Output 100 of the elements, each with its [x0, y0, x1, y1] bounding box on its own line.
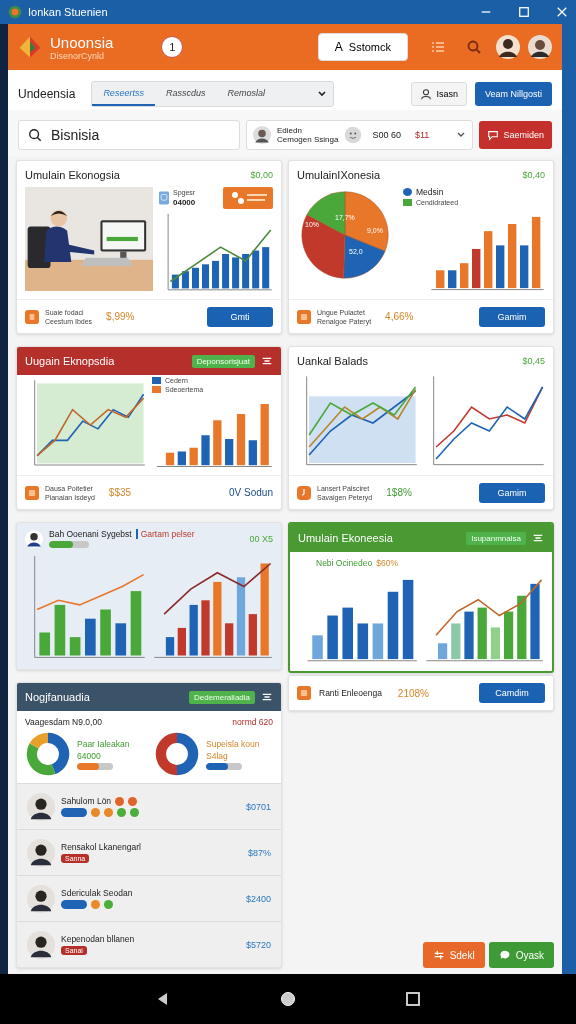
account-change: $11 — [414, 130, 430, 140]
avatar-icon — [27, 930, 55, 959]
recents-icon[interactable] — [405, 991, 422, 1007]
card-value: $0,40 — [522, 170, 545, 180]
chart-bar — [372, 623, 384, 660]
card-button[interactable]: Gamim — [479, 482, 545, 503]
person-name: Kepenodan bllanen — [61, 934, 135, 944]
calendar-icon — [25, 485, 39, 500]
tab[interactable]: Remoslal — [216, 82, 276, 106]
app-icon — [8, 5, 22, 19]
chart-bar — [464, 611, 474, 660]
document-icon — [159, 191, 169, 205]
card-button[interactable]: Camdim — [479, 683, 545, 703]
legend-swatch — [403, 188, 412, 196]
avatar-icon — [27, 838, 55, 867]
close-icon[interactable] — [556, 6, 568, 18]
account-subtitle: Cemogen Ssinga — [277, 135, 339, 144]
calendar-icon — [297, 686, 311, 700]
user-button[interactable]: Isasn — [411, 82, 467, 106]
chart-bar — [225, 623, 234, 656]
donut-label: Supeisla koun — [206, 738, 260, 749]
chart-bar — [520, 245, 529, 289]
chart-bar — [508, 224, 517, 289]
card-title: Nogjfanuadia — [25, 691, 90, 703]
section-label: Undeensia — [18, 87, 76, 101]
search-field[interactable]: Bisnisia — [18, 120, 240, 150]
calendar-icon — [25, 309, 39, 324]
progress-bar — [77, 762, 113, 770]
chart-bar — [177, 627, 186, 656]
chart-bar — [69, 637, 81, 656]
card-title: Uankal Balads — [297, 355, 368, 367]
chart-bar — [201, 435, 210, 466]
person-row[interactable]: Sdericulak Seodan $2400 — [17, 875, 281, 921]
chart-bar — [436, 270, 445, 289]
primary-button[interactable]: Veam Nillgosti — [474, 82, 552, 106]
chevron-down-icon[interactable] — [317, 89, 328, 99]
alert-button[interactable]: Saemiden — [479, 121, 552, 149]
card-value: 00 X5 — [249, 533, 273, 544]
account-panel[interactable]: Ediedn Cemogen Ssinga S00 60 $11 — [246, 120, 474, 150]
calendar-icon — [297, 309, 311, 324]
person-value: $0701 — [245, 801, 271, 812]
chart-bar — [236, 414, 246, 466]
maximize-icon[interactable] — [518, 6, 530, 18]
avatar-icon[interactable] — [496, 35, 520, 59]
tab[interactable]: Rasscdus — [154, 82, 217, 106]
clock-icon — [297, 485, 311, 500]
person-name: Rensakol Lkanengarl — [61, 842, 141, 852]
chat-icon — [487, 129, 500, 141]
footer-value: 2108% — [397, 687, 429, 699]
chart-bar — [490, 627, 500, 660]
filter-icon[interactable] — [532, 532, 544, 544]
chart-bar — [438, 643, 448, 660]
sliders-icon — [432, 949, 445, 961]
avatar-icon[interactable] — [528, 35, 552, 59]
home-icon[interactable] — [280, 991, 296, 1007]
chart-bar — [248, 614, 257, 656]
chart-bar — [260, 404, 269, 466]
avatar-icon — [25, 529, 43, 548]
donut-value: 64000 — [77, 750, 102, 761]
filter-icon[interactable] — [261, 691, 273, 703]
chart-bar — [472, 248, 481, 289]
chart-bar — [262, 247, 270, 289]
card-link[interactable]: 0V Sodun — [229, 487, 273, 498]
chart-bar — [357, 623, 369, 660]
chart-bar — [171, 274, 179, 289]
person-name: Bah Ooenani Sygebst — [49, 529, 132, 539]
card-value: $0,00 — [250, 170, 273, 180]
search-icon[interactable] — [466, 39, 482, 55]
person-tag: Gartam pelser — [135, 529, 195, 539]
brand-name: Unoonsia — [50, 33, 114, 51]
footer-value: $$35 — [108, 487, 132, 498]
search-icon — [28, 128, 42, 142]
legend-swatch — [152, 386, 161, 393]
action-button[interactable]: A Sstomck — [317, 33, 408, 61]
chart-bar — [252, 250, 260, 289]
chart-bar — [213, 420, 222, 466]
metric-value: $60% — [376, 558, 398, 568]
chart-bar — [225, 439, 234, 466]
filter-icon[interactable] — [261, 355, 273, 367]
legend-swatch — [403, 199, 412, 206]
window-title: Ionkan Stuenien — [28, 6, 108, 18]
metric-label: Nebi Ocinedeo — [316, 558, 373, 568]
donut-segment — [176, 732, 199, 776]
card-button[interactable]: Gamim — [479, 306, 545, 327]
action-button[interactable]: Oyask — [488, 942, 554, 968]
person-row[interactable]: Sahulom Lön $0701 — [17, 783, 281, 829]
person-value: $87% — [247, 847, 271, 858]
footer-value: 1$8% — [386, 487, 412, 498]
chart-bar — [460, 263, 469, 289]
chart-bar — [387, 591, 399, 660]
donut-segment — [155, 732, 178, 776]
tab[interactable]: Reseertss — [92, 82, 155, 106]
chart-bar — [448, 270, 457, 289]
card-button[interactable]: Gmti — [207, 306, 273, 327]
chart-bar — [115, 623, 127, 656]
chart-bar — [477, 607, 487, 660]
chart-bar — [504, 611, 514, 660]
legend-label: Medsin — [416, 187, 444, 197]
card-title: UmulainIXonesia — [297, 169, 381, 181]
chart-bar — [39, 632, 51, 656]
